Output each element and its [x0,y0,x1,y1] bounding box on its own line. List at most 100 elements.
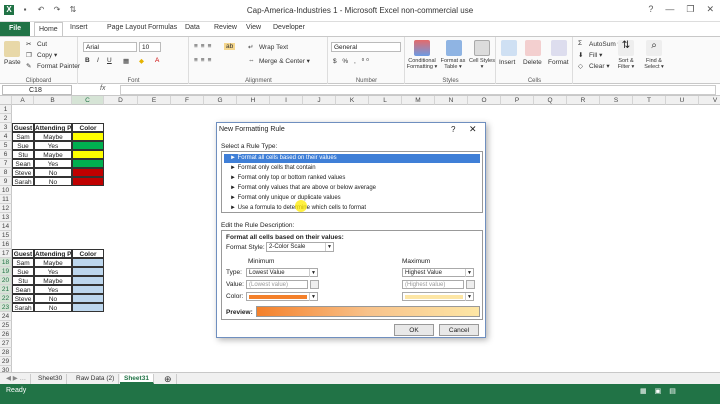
max-type-select[interactable]: Highest Value ▼ [402,268,474,277]
party-cell[interactable]: Maybe [34,276,72,285]
tab-developer[interactable]: Developer [273,24,305,31]
color-cell[interactable] [72,177,104,186]
insert-cells-icon[interactable] [501,40,517,56]
sheet-tab-sheet30[interactable]: Sheet30 [34,374,68,384]
clear-button[interactable]: ◇ Clear ▾ [578,62,610,71]
tab-insert[interactable]: Insert [70,24,88,31]
column-header[interactable]: D [104,96,138,105]
row-header[interactable]: 8 [0,168,12,177]
party-cell[interactable]: Maybe [34,258,72,267]
font-color-icon[interactable]: A [155,57,159,64]
table-header[interactable]: Attending Party [34,123,72,132]
guest-cell[interactable]: Steve [12,294,34,303]
column-header[interactable]: T [633,96,666,105]
tab-page-layout[interactable]: Page Layout [107,24,146,31]
merge-center-button[interactable]: ⇔ Merge & Center ▾ [248,57,310,66]
color-cell[interactable] [72,159,104,168]
column-header[interactable]: A [12,96,34,105]
fill-color-icon[interactable]: ◆ [139,57,144,65]
wrap-text-button[interactable]: ↵ Wrap Text [248,43,288,52]
rule-type-item[interactable]: ► Format only top or bottom ranked value… [224,174,480,183]
color-cell[interactable] [72,276,104,285]
cancel-button[interactable]: Cancel [439,324,479,336]
column-header[interactable]: M [402,96,435,105]
party-cell[interactable]: No [34,303,72,312]
italic-button[interactable]: I [97,57,99,64]
color-cell[interactable] [72,303,104,312]
party-cell[interactable]: Yes [34,159,72,168]
color-cell[interactable] [72,168,104,177]
row-header[interactable]: 26 [0,330,12,339]
row-header[interactable]: 14 [0,222,12,231]
min-value-input[interactable]: (Lowest value) [246,280,308,289]
column-header[interactable]: E [138,96,171,105]
row-header[interactable]: 24 [0,312,12,321]
sheet-nav-icon[interactable]: ◀ ▶ … [2,374,32,384]
sort-filter-icon[interactable]: ⇅ [618,40,634,56]
party-cell[interactable]: Maybe [34,150,72,159]
format-cells-icon[interactable] [551,40,567,56]
autosum-button[interactable]: Σ AutoSum ▾ [578,40,621,49]
conditional-formatting-button[interactable]: Conditional Formatting ▾ [406,58,438,70]
align-horizontal-icons[interactable]: ≡≡≡ [194,57,214,64]
table-header[interactable]: Guest [12,123,34,132]
bold-button[interactable]: B [85,57,90,64]
row-header[interactable]: 10 [0,186,12,195]
row-header[interactable]: 2 [0,114,12,123]
row-header[interactable]: 3 [0,123,12,132]
rule-type-item[interactable]: ► Format only values that are above or b… [224,184,480,193]
row-header[interactable]: 15 [0,231,12,240]
sheet-tab-raw-data-2[interactable]: Raw Data (2) [72,374,120,384]
paste-icon[interactable] [4,41,20,57]
party-cell[interactable]: No [34,168,72,177]
row-header[interactable]: 29 [0,357,12,366]
row-header[interactable]: 27 [0,339,12,348]
guest-cell[interactable]: Sue [12,141,34,150]
rule-type-item[interactable]: ► Format only cells that contain [224,164,480,173]
column-header[interactable]: J [303,96,336,105]
restore-icon[interactable]: ❐ [686,4,694,15]
column-header[interactable]: S [600,96,633,105]
cell-styles-button[interactable]: Cell Styles ▾ [468,58,496,70]
max-value-input[interactable]: (Highest value) [402,280,464,289]
party-cell[interactable]: No [34,294,72,303]
row-header[interactable]: 11 [0,195,12,204]
cut-button[interactable]: ✂ Cut [26,40,47,49]
max-range-picker-icon[interactable] [466,280,475,289]
color-cell[interactable] [72,150,104,159]
fill-button[interactable]: ⬇ Fill ▾ [578,51,602,60]
delete-cells-icon[interactable] [525,40,541,56]
format-table-icon[interactable] [446,40,462,56]
border-icon[interactable]: ▦ [123,57,129,65]
column-header[interactable]: B [34,96,72,105]
format-style-select[interactable]: 2-Color Scale ▼ [266,242,334,252]
row-header[interactable]: 20 [0,276,12,285]
name-box[interactable]: C18 [2,85,72,95]
row-header[interactable]: 23 [0,303,12,312]
guest-cell[interactable]: Sarah [12,303,34,312]
column-header[interactable]: P [501,96,534,105]
column-header[interactable]: I [270,96,303,105]
row-header[interactable]: 21 [0,285,12,294]
guest-cell[interactable]: Sean [12,159,34,168]
row-header[interactable]: 1 [0,105,12,114]
help-icon[interactable]: ? [451,125,455,134]
font-size-select[interactable]: 10 [139,42,161,52]
close-icon[interactable]: ✕ [706,4,714,15]
row-header[interactable]: 22 [0,294,12,303]
min-color-select[interactable]: ▼ [246,292,318,301]
tab-review[interactable]: Review [214,24,237,31]
fx-icon[interactable]: fx [100,85,105,92]
party-cell[interactable]: Yes [34,285,72,294]
tab-view[interactable]: View [246,24,261,31]
row-header[interactable]: 19 [0,267,12,276]
column-header[interactable]: U [666,96,699,105]
help-icon[interactable]: ? [648,4,653,15]
format-painter-button[interactable]: ✎ Format Painter [26,62,80,71]
rule-type-item[interactable]: ► Use a formula to determine which cells… [224,204,480,213]
row-header[interactable]: 12 [0,204,12,213]
color-cell[interactable] [72,285,104,294]
tab-formulas[interactable]: Formulas [148,24,177,31]
party-cell[interactable]: Yes [34,267,72,276]
row-header[interactable]: 17 [0,249,12,258]
